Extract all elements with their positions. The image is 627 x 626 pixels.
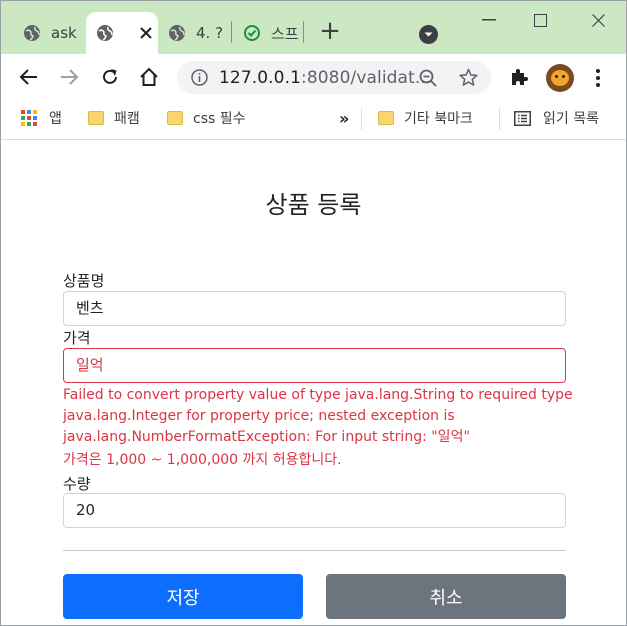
tab-active[interactable]: [86, 12, 158, 54]
reading-list-icon: [514, 110, 531, 126]
tab-label: 스프: [271, 24, 299, 43]
bookmark-separator: [361, 108, 362, 130]
reload-button[interactable]: [97, 64, 123, 90]
bookmark-label: 앱: [49, 111, 62, 127]
quantity-input[interactable]: 20: [63, 493, 566, 528]
apps-grid-icon: [21, 110, 37, 126]
url-host: 127.0.0.1: [219, 68, 302, 88]
save-button[interactable]: 저장: [63, 574, 303, 619]
price-conversion-error: Failed to convert property value of type…: [63, 387, 573, 445]
avatar-face: [551, 70, 569, 86]
price-input[interactable]: 일억: [63, 348, 566, 383]
clock-check-icon: [244, 25, 260, 41]
bookmark-apps[interactable]: 앱: [21, 108, 62, 128]
minimize-icon[interactable]: [482, 19, 496, 21]
bookmarks-overflow-chevron[interactable]: »: [339, 108, 349, 128]
avatar-eye: [555, 75, 558, 78]
divider: [63, 550, 566, 551]
home-button[interactable]: [136, 64, 162, 90]
folder-icon: [167, 111, 183, 125]
tab-strip: ask 4. ? 스프 +: [1, 1, 626, 54]
star-icon[interactable]: [459, 68, 478, 87]
cancel-button[interactable]: 취소: [326, 574, 566, 619]
window-close-icon[interactable]: [592, 14, 605, 27]
bookmark-separator: [499, 108, 500, 130]
zoom-out-icon[interactable]: [419, 69, 437, 87]
bookmarks-bar: 앱 패캠 css 필수 » 기타 북마크 읽기 목록: [1, 100, 626, 140]
browser-window: ask 4. ? 스프 + 127.0.0.1:8080/validat... …: [0, 0, 627, 626]
tab-label: 4. ?: [196, 24, 224, 42]
tab-spring[interactable]: 스프: [243, 12, 299, 54]
arrow-left-icon: [19, 69, 37, 85]
back-button[interactable]: [16, 64, 42, 90]
tab-separator: [303, 21, 304, 43]
address-bar[interactable]: 127.0.0.1:8080/validat...: [177, 61, 491, 94]
item-name-label: 상품명: [63, 272, 105, 290]
tab-separator: [231, 21, 232, 43]
browser-toolbar: 127.0.0.1:8080/validat...: [1, 54, 626, 100]
bookmark-label: 기타 북마크: [404, 111, 473, 127]
page-title: 상품 등록: [265, 191, 362, 219]
url-text: 127.0.0.1:8080/validat...: [219, 68, 431, 88]
folder-icon: [88, 111, 104, 125]
tab-4[interactable]: 4. ?: [168, 12, 223, 54]
globe-icon: [169, 25, 185, 41]
tab-search-dropdown-icon[interactable]: [419, 25, 438, 44]
reload-icon: [103, 69, 117, 84]
bookmark-folder-css[interactable]: css 필수: [167, 108, 246, 128]
page-content: 상품 등록 상품명 벤츠 가격 일억 Failed to convert pro…: [1, 140, 626, 625]
bookmark-label: 패캠: [114, 111, 140, 127]
info-icon[interactable]: [191, 69, 208, 86]
bookmark-label: css 필수: [193, 111, 246, 127]
bookmark-folder-fastcampus[interactable]: 패캠: [88, 108, 140, 128]
item-name-input[interactable]: 벤츠: [63, 291, 566, 326]
globe-icon: [24, 25, 40, 41]
quantity-label: 수량: [63, 475, 91, 493]
new-tab-plus-icon[interactable]: +: [319, 18, 341, 44]
bookmark-reading-list[interactable]: 읽기 목록: [514, 108, 599, 128]
url-path: :8080/validat...: [301, 68, 432, 88]
price-range-error: 가격은 1,000 ~ 1,000,000 까지 허용합니다.: [63, 452, 342, 468]
more-vertical-icon[interactable]: [595, 68, 601, 88]
bookmark-other[interactable]: 기타 북마크: [378, 108, 473, 128]
arrow-right-icon: [61, 69, 79, 85]
maximize-icon[interactable]: [534, 14, 547, 27]
tab-ask[interactable]: ask: [23, 12, 77, 54]
globe-icon: [97, 25, 113, 41]
extensions-puzzle-icon[interactable]: [509, 67, 529, 87]
home-icon: [140, 67, 158, 86]
profile-avatar[interactable]: [546, 64, 574, 92]
close-icon[interactable]: [140, 27, 152, 39]
price-label: 가격: [63, 329, 91, 347]
avatar-eye: [562, 75, 565, 78]
folder-icon: [378, 111, 394, 125]
bookmark-label: 읽기 목록: [543, 111, 599, 127]
forward-button[interactable]: [56, 64, 82, 90]
tab-label: ask: [51, 24, 77, 42]
